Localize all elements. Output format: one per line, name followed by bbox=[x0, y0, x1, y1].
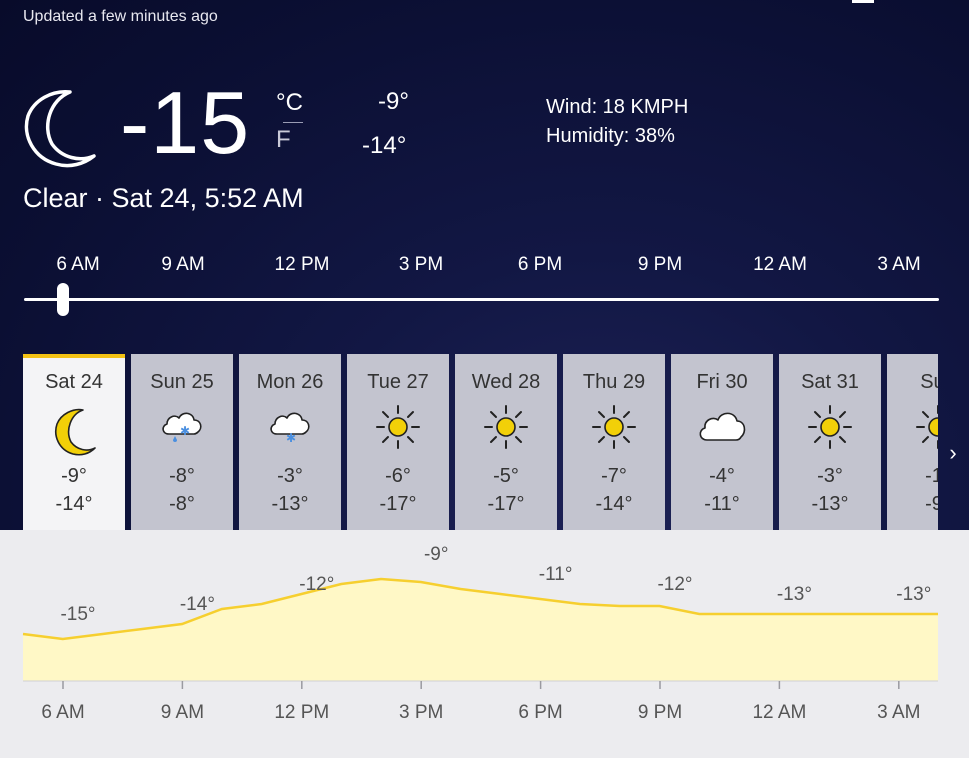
graph-hour-label: 9 PM bbox=[638, 702, 682, 723]
sun-icon bbox=[376, 405, 420, 449]
sun-icon bbox=[916, 405, 938, 449]
timeline-hour-label: 6 PM bbox=[517, 254, 563, 275]
day-name: Thu 29 bbox=[582, 371, 646, 393]
graph-temp-label: -13° bbox=[777, 584, 812, 605]
day-card-tue-27[interactable]: Tue 27 -6° -17° bbox=[347, 354, 449, 530]
day-low: -8° bbox=[169, 493, 195, 515]
day-low: -11° bbox=[704, 493, 740, 515]
timeline-hour-label: 6 AM bbox=[56, 254, 100, 275]
graph-hour-label: 12 AM bbox=[752, 702, 806, 723]
day-low: -14° bbox=[595, 493, 633, 515]
graph-temp-label: -12° bbox=[657, 574, 692, 595]
graph-hour-label: 12 PM bbox=[274, 702, 329, 723]
svg-text:✱: ✱ bbox=[286, 431, 296, 445]
unit-celsius-toggle[interactable]: °C bbox=[276, 89, 303, 117]
timeline-slider-track[interactable] bbox=[24, 298, 939, 301]
day-name: Tue 27 bbox=[367, 371, 429, 393]
graph-temp-label: -15° bbox=[60, 604, 95, 625]
graph-temp-label: -13° bbox=[896, 584, 931, 605]
cloud-icon bbox=[699, 412, 746, 441]
day-card-thu-29[interactable]: Thu 29 -7° -14° bbox=[563, 354, 665, 530]
graph-temp-label: -14° bbox=[180, 594, 215, 615]
daily-forecast-strip: Sat 24 -9° -14° Sun 25 ✱ -8° -8° Mon 26 … bbox=[23, 354, 938, 530]
graph-hour-label: 6 AM bbox=[41, 702, 84, 723]
day-card-sun-25[interactable]: Sun 25 ✱ -8° -8° bbox=[131, 354, 233, 530]
timeline-hour-label: 9 AM bbox=[161, 254, 205, 275]
day-high: -4° bbox=[709, 465, 735, 487]
day-card-sat-31[interactable]: Sat 31 -3° -13° bbox=[779, 354, 881, 530]
day-name: Wed 28 bbox=[471, 371, 541, 393]
day-high: -7° bbox=[601, 465, 627, 487]
graph-hour-label: 3 AM bbox=[877, 702, 920, 723]
snow-cloud-icon: ✱ bbox=[270, 412, 310, 445]
timeline-hour-label: 12 PM bbox=[274, 254, 330, 275]
humidity-text: Humidity: 38% bbox=[546, 125, 675, 147]
svg-text:✱: ✱ bbox=[180, 424, 190, 438]
day-high: -5° bbox=[493, 465, 519, 487]
unit-fahrenheit-toggle[interactable]: F bbox=[276, 126, 291, 154]
day-low: -9° bbox=[925, 493, 938, 515]
current-temperature: -15 bbox=[120, 73, 251, 172]
day-high: -6° bbox=[385, 465, 411, 487]
day-card-fri-30[interactable]: Fri 30 -4° -11° bbox=[671, 354, 773, 530]
condition-text: Clear · Sat 24, 5:52 AM bbox=[23, 183, 304, 213]
day-name: Sat 31 bbox=[801, 371, 859, 393]
day-name: Fri 30 bbox=[696, 371, 748, 393]
day-name: Sat 24 bbox=[45, 371, 103, 393]
day-high: -3° bbox=[277, 465, 303, 487]
today-high: -9° bbox=[378, 88, 409, 115]
day-low: -17° bbox=[487, 493, 525, 515]
graph-temp-label: -11° bbox=[539, 564, 573, 585]
timeline-hours: 6 AM 9 AM 12 PM 3 PM 6 PM 9 PM 12 AM 3 A… bbox=[0, 254, 969, 280]
timeline-slider-thumb[interactable] bbox=[57, 283, 69, 316]
day-low: -17° bbox=[379, 493, 417, 515]
current-weather-panel: Updated a few minutes ago -15 °C F -9° -… bbox=[0, 0, 969, 530]
day-name: Sun 25 bbox=[150, 371, 214, 393]
day-card-sun-partial[interactable]: Sun -1° -9° bbox=[887, 354, 938, 530]
timeline-hour-label: 3 AM bbox=[877, 254, 921, 275]
graph-hour-labels: 6 AM 9 AM 12 PM 3 PM 6 PM 9 PM 12 AM 3 AM bbox=[41, 702, 920, 723]
day-high: -8° bbox=[169, 465, 195, 487]
day-name: Sun bbox=[920, 371, 938, 393]
day-card-mon-26[interactable]: Mon 26 ✱ -3° -13° bbox=[239, 354, 341, 530]
sun-icon bbox=[484, 405, 528, 449]
moon-icon bbox=[24, 90, 96, 168]
day-low: -13° bbox=[271, 493, 309, 515]
timeline-hour-label: 9 PM bbox=[637, 254, 683, 275]
moon-icon bbox=[55, 408, 96, 456]
timeline-hour-label: 3 PM bbox=[398, 254, 444, 275]
graph-hour-label: 6 PM bbox=[518, 702, 562, 723]
today-low: -14° bbox=[362, 132, 407, 159]
graph-hour-label: 9 AM bbox=[161, 702, 204, 723]
day-card-sat-24[interactable]: Sat 24 -9° -14° bbox=[23, 354, 125, 530]
graph-hour-label: 3 PM bbox=[399, 702, 443, 723]
sun-icon bbox=[592, 405, 636, 449]
next-days-arrow-icon[interactable]: › bbox=[940, 440, 966, 470]
timeline-hour-label: 12 AM bbox=[753, 254, 807, 275]
hourly-temperature-graph: -15° -14° -12° -9° -11° -12° -13° -13° 6 AM 9 AM… bbox=[22, 544, 938, 723]
menu-icon[interactable] bbox=[852, 0, 874, 3]
day-high: -1° bbox=[925, 465, 938, 487]
day-low: -14° bbox=[55, 493, 93, 515]
graph-ticks bbox=[62, 681, 900, 689]
day-high: -3° bbox=[817, 465, 843, 487]
graph-temp-label: -12° bbox=[299, 574, 334, 595]
day-low: -13° bbox=[811, 493, 849, 515]
unit-divider bbox=[283, 122, 303, 123]
day-high: -9° bbox=[61, 465, 87, 487]
day-name: Mon 26 bbox=[256, 371, 324, 393]
sun-icon bbox=[808, 405, 852, 449]
updated-text: Updated a few minutes ago bbox=[23, 8, 218, 25]
rain-snow-icon: ✱ bbox=[162, 412, 202, 442]
wind-text: Wind: 18 KMPH bbox=[546, 96, 689, 118]
graph-temp-label: -9° bbox=[424, 544, 449, 565]
day-card-wed-28[interactable]: Wed 28 -5° -17° bbox=[455, 354, 557, 530]
